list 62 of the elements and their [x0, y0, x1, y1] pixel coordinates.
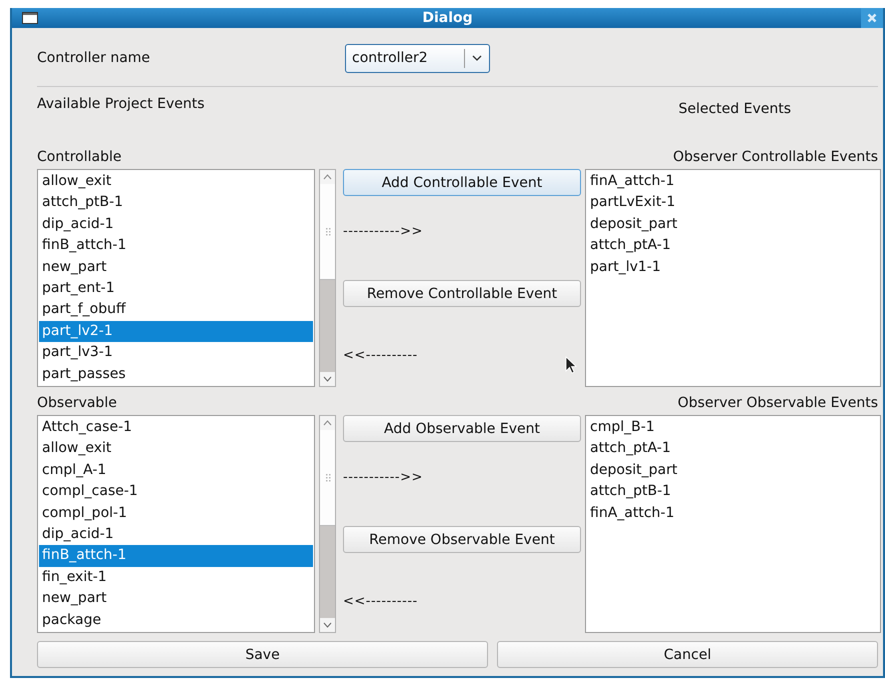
save-button[interactable]: Save: [37, 641, 488, 668]
list-item[interactable]: part_f_obuff: [39, 299, 313, 321]
list-item[interactable]: Attch_case-1: [39, 417, 313, 438]
list-item[interactable]: part_passes: [39, 364, 313, 385]
list-item[interactable]: finB_attch-1: [39, 235, 313, 257]
list-item[interactable]: deposit_part: [587, 214, 879, 236]
list-item[interactable]: compl_pol-1: [39, 502, 313, 524]
list-item[interactable]: allow_exit: [39, 438, 313, 460]
cancel-button[interactable]: Cancel: [497, 641, 878, 668]
section-label: Controllable: [37, 149, 122, 165]
scrollbar[interactable]: [319, 415, 336, 633]
list-item[interactable]: finB_attch-1: [39, 545, 313, 567]
section-label: Observer Observable Events: [678, 395, 878, 411]
list-item[interactable]: part_lv1-1: [587, 256, 879, 278]
list-item[interactable]: cmpl_A-1: [39, 460, 313, 482]
section-label: Observable: [37, 395, 117, 411]
list-item[interactable]: partLvExit-1: [587, 192, 879, 214]
controller-dropdown[interactable]: controller2: [345, 44, 490, 72]
section-label: Observer Controllable Events: [673, 149, 878, 165]
heading: Selected Events: [678, 101, 791, 117]
arrow-text: ----------->>: [343, 224, 423, 239]
grip-icon: [324, 226, 330, 236]
list-item[interactable]: attch_ptA-1: [587, 235, 879, 257]
remove-event-button[interactable]: Remove Observable Event: [343, 526, 581, 553]
selected-event-list[interactable]: cmpl_B-1 attch_ptA-1 deposit_part attch_ptB-1 finA_attch-1: [585, 415, 881, 633]
list-item[interactable]: attch_ptB-1: [39, 192, 313, 214]
list-item[interactable]: cmpl_B-1: [587, 417, 879, 438]
list-item[interactable]: package: [39, 610, 313, 631]
selected-event-list[interactable]: finA_attch-1 partLvExit-1 deposit_part attch_ptA-1 part_lv1-1: [585, 169, 881, 387]
scrollbar[interactable]: [319, 169, 336, 387]
add-event-button[interactable]: Add Observable Event: [343, 415, 581, 442]
list-item[interactable]: new_part: [39, 588, 313, 610]
list-item[interactable]: new_part: [39, 256, 313, 278]
list-item[interactable]: part_lv2-1: [39, 320, 313, 342]
list-item[interactable]: deposit_part: [587, 460, 879, 482]
list-item[interactable]: compl_case-1: [39, 481, 313, 503]
chevron-down-icon[interactable]: [472, 55, 482, 61]
event-list[interactable]: allow_exit attch_ptB-1 dip_acid-1 finB_attch-1 new_part part_ent-1 part_f_obuff part_lv2-1 part_lv3-1 part_passes: [37, 169, 315, 387]
list-item[interactable]: attch_ptA-1: [587, 438, 879, 460]
list-item[interactable]: part_ent-1: [39, 278, 313, 300]
window-title: Dialog: [422, 10, 473, 26]
heading: Available Project Events: [37, 96, 205, 112]
arrow-text: <<----------: [343, 348, 418, 363]
arrow-text: <<----------: [343, 594, 418, 609]
arrow-text: ----------->>: [343, 470, 423, 485]
list-item[interactable]: part_lv3-1: [39, 342, 313, 364]
list-item[interactable]: finA_attch-1: [587, 171, 879, 192]
close-button[interactable]: [861, 8, 883, 28]
mouse-pointer-icon: [565, 356, 577, 374]
event-list[interactable]: Attch_case-1 allow_exit cmpl_A-1 compl_case-1 compl_pol-1 dip_acid-1 finB_attch-1 fin_exit-1 new_part package: [37, 415, 315, 633]
add-event-button[interactable]: Add Controllable Event: [343, 169, 581, 196]
list-item[interactable]: finA_attch-1: [587, 502, 879, 524]
close-icon[interactable]: [867, 13, 877, 23]
list-item[interactable]: dip_acid-1: [39, 524, 313, 546]
grip-icon: [324, 472, 330, 482]
list-item[interactable]: fin_exit-1: [39, 566, 313, 588]
list-item[interactable]: dip_acid-1: [39, 214, 313, 236]
controller-name-label: Controller name: [37, 50, 152, 66]
list-item[interactable]: attch_ptB-1: [587, 481, 879, 503]
remove-event-button[interactable]: Remove Controllable Event: [343, 280, 581, 307]
list-item[interactable]: allow_exit: [39, 171, 313, 192]
window-icon: [22, 12, 38, 24]
